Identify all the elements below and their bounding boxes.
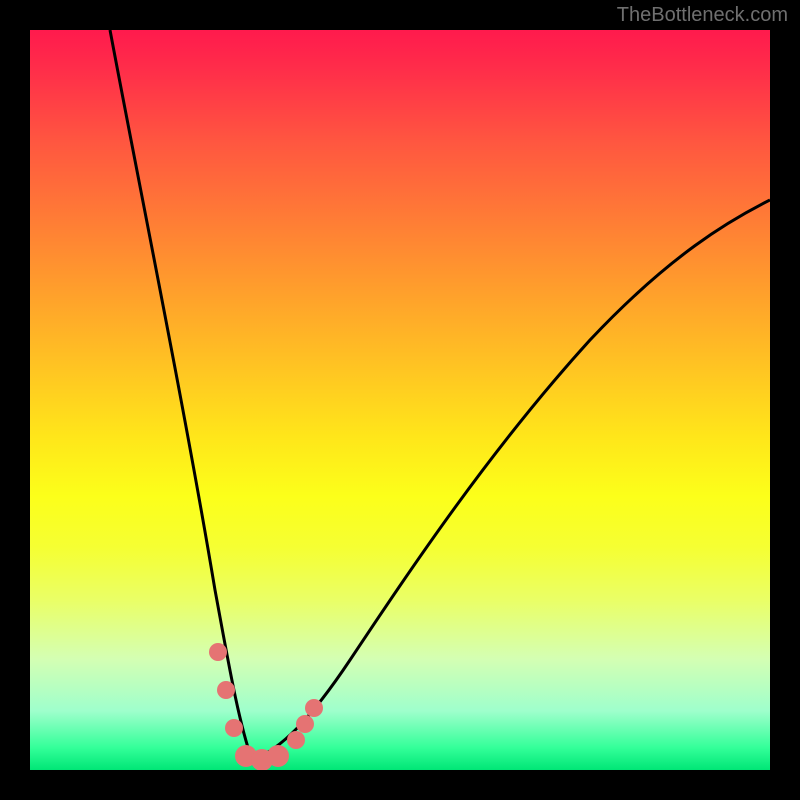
data-marker bbox=[305, 699, 323, 717]
data-marker bbox=[296, 715, 314, 733]
data-marker bbox=[225, 719, 243, 737]
watermark-text: TheBottleneck.com bbox=[617, 4, 788, 27]
data-marker bbox=[209, 643, 227, 661]
curve-svg bbox=[30, 30, 770, 770]
data-marker bbox=[287, 731, 305, 749]
data-marker bbox=[217, 681, 235, 699]
data-marker bbox=[267, 745, 289, 767]
chart-plot-area bbox=[30, 30, 770, 770]
curve-right-branch bbox=[252, 200, 770, 760]
curve-left-branch bbox=[110, 30, 252, 760]
